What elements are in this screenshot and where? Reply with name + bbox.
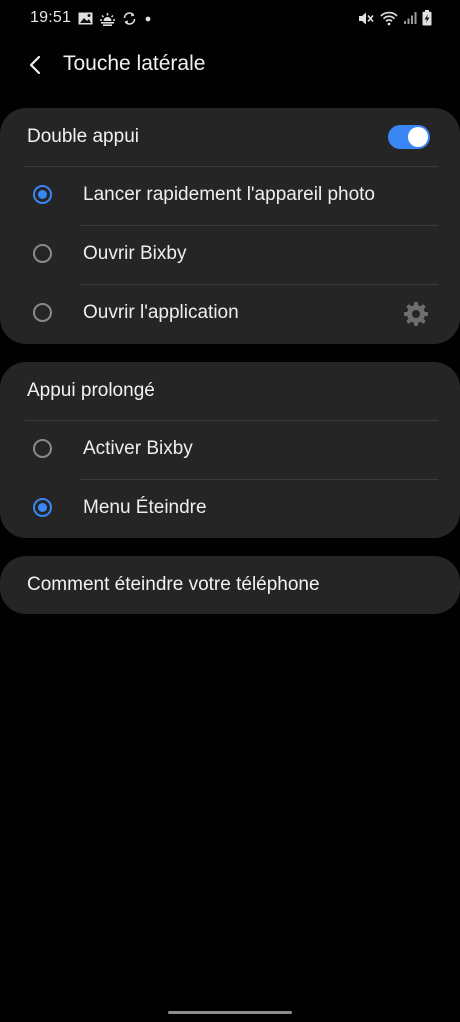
status-left-icons bbox=[78, 11, 153, 26]
double-press-title: Double appui bbox=[27, 126, 139, 147]
weather-icon bbox=[99, 12, 116, 26]
option-label: Lancer rapidement l'appareil photo bbox=[83, 184, 375, 205]
radio-power-off-menu[interactable] bbox=[33, 498, 52, 517]
gesture-nav-handle[interactable] bbox=[168, 1011, 292, 1014]
radio-open-app[interactable] bbox=[33, 303, 52, 322]
long-press-header: Appui prolongé bbox=[0, 362, 460, 420]
status-time: 19:51 bbox=[30, 9, 72, 26]
long-press-title: Appui prolongé bbox=[27, 380, 155, 401]
option-quick-launch-camera[interactable]: Lancer rapidement l'appareil photo bbox=[0, 167, 460, 225]
mute-icon bbox=[359, 12, 374, 24]
option-label: Activer Bixby bbox=[83, 438, 193, 459]
app-settings-button[interactable] bbox=[402, 300, 430, 328]
status-right-icons bbox=[358, 10, 432, 26]
dot-icon bbox=[145, 16, 151, 21]
option-label: Ouvrir l'application bbox=[83, 302, 239, 323]
double-press-toggle[interactable] bbox=[388, 125, 430, 149]
page-title: Touche latérale bbox=[63, 52, 206, 75]
sync-icon bbox=[123, 12, 136, 25]
option-open-bixby[interactable]: Ouvrir Bixby bbox=[0, 226, 460, 284]
signal-icon bbox=[404, 12, 417, 24]
option-power-off-menu[interactable]: Menu Éteindre bbox=[0, 480, 460, 538]
back-arrow-icon bbox=[29, 55, 41, 75]
how-to-turn-off-label: Comment éteindre votre téléphone bbox=[27, 574, 320, 595]
header: Touche latérale bbox=[0, 38, 460, 94]
battery-charging-icon bbox=[422, 10, 432, 26]
option-label: Menu Éteindre bbox=[83, 497, 207, 518]
wifi-icon bbox=[380, 11, 398, 25]
radio-activate-bixby[interactable] bbox=[33, 439, 52, 458]
long-press-card: Appui prolongé Activer Bixby Menu Éteind… bbox=[0, 362, 460, 538]
gear-icon bbox=[404, 302, 428, 326]
option-open-app[interactable]: Ouvrir l'application bbox=[0, 285, 460, 343]
back-button[interactable] bbox=[18, 48, 52, 82]
double-press-card: Double appui Lancer rapidement l'apparei… bbox=[0, 108, 460, 344]
double-press-header[interactable]: Double appui bbox=[0, 108, 460, 166]
radio-open-bixby[interactable] bbox=[33, 244, 52, 263]
option-label: Ouvrir Bixby bbox=[83, 243, 187, 264]
radio-quick-launch-camera[interactable] bbox=[33, 185, 52, 204]
toggle-knob bbox=[408, 127, 428, 147]
option-activate-bixby[interactable]: Activer Bixby bbox=[0, 421, 460, 479]
status-bar: 19:51 bbox=[0, 0, 460, 38]
gallery-icon bbox=[78, 12, 93, 25]
how-to-turn-off-item[interactable]: Comment éteindre votre téléphone bbox=[0, 556, 460, 614]
